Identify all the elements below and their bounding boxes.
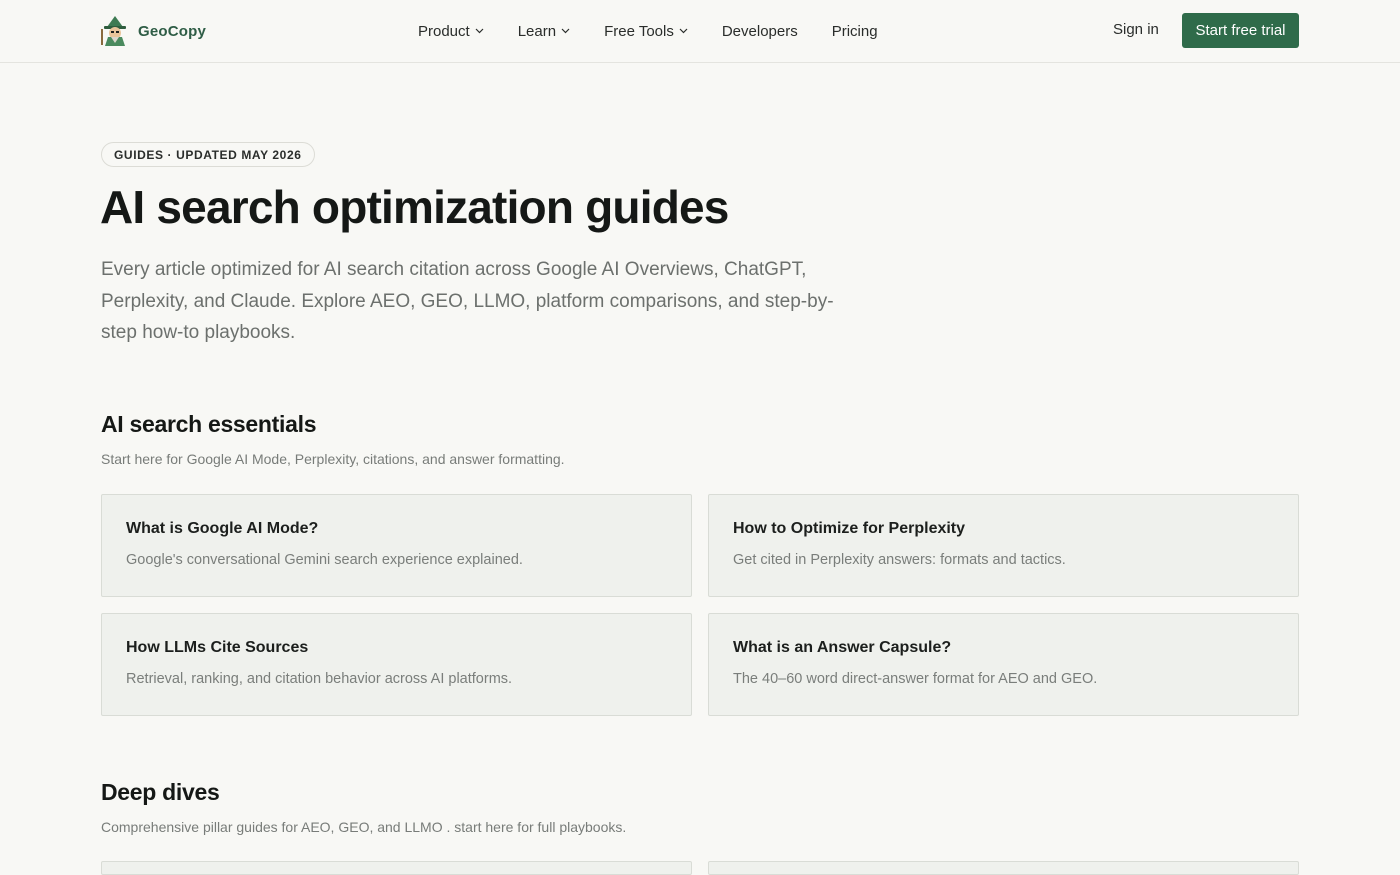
guides-updated-badge: GUIDES · UPDATED MAY 2026 — [101, 142, 315, 167]
card-title: How LLMs Cite Sources — [126, 639, 309, 656]
main-nav: Product Learn Free Tools Developers Pric… — [418, 0, 878, 62]
chevron-down-icon — [561, 28, 570, 34]
nav-product[interactable]: Product — [418, 23, 484, 40]
nav-learn-label: Learn — [517, 22, 557, 40]
nav-developers[interactable]: Developers — [722, 23, 798, 40]
guide-card-answer-capsule[interactable]: What is an Answer Capsule? The 40–60 wor… — [708, 613, 1299, 716]
card-title: What is Google AI Mode? — [126, 520, 319, 537]
brand-home-link[interactable]: GeoCopy — [100, 14, 206, 48]
section-subtitle-deep-dives: Comprehensive pillar guides for AEO, GEO… — [101, 819, 627, 835]
card-title: How to Optimize for Perplexity — [733, 520, 966, 537]
nav-learn[interactable]: Learn — [518, 23, 570, 40]
brand-name: GeoCopy — [138, 22, 207, 40]
guide-card-llms-cite-sources[interactable]: How LLMs Cite Sources Retrieval, ranking… — [101, 613, 692, 716]
page-title: AI search optimization guides — [100, 181, 729, 233]
card-description: The 40–60 word direct-answer format for … — [733, 671, 1098, 687]
nav-free-tools-label: Free Tools — [604, 22, 674, 40]
card-title: What is an Answer Capsule? — [733, 639, 952, 656]
card-description: Get cited in Perplexity answers: formats… — [733, 552, 1066, 568]
page-description: Every article optimized for AI search ci… — [101, 259, 834, 343]
section-title-deep-dives: Deep dives — [101, 779, 220, 805]
nav-developers-label: Developers — [721, 22, 798, 40]
guide-card-optimize-perplexity[interactable]: How to Optimize for Perplexity Get cited… — [708, 494, 1299, 597]
guide-card-google-ai-mode[interactable]: What is Google AI Mode? Google's convers… — [101, 494, 692, 597]
card-description: Retrieval, ranking, and citation behavio… — [126, 671, 513, 687]
wizard-mascot-icon — [101, 16, 126, 46]
nav-pricing[interactable]: Pricing — [832, 23, 878, 40]
nav-free-tools[interactable]: Free Tools — [604, 23, 688, 40]
section-title-essentials: AI search essentials — [101, 411, 317, 437]
start-free-trial-button[interactable]: Start free trial — [1182, 13, 1299, 48]
chevron-down-icon — [475, 28, 484, 34]
sign-in-link[interactable]: Sign in — [1113, 21, 1159, 38]
top-navigation-bar: GeoCopy Product Learn Free Tools Develop… — [0, 0, 1400, 63]
nav-product-label: Product — [418, 22, 470, 40]
nav-pricing-label: Pricing — [831, 22, 878, 40]
card-description: Google's conversational Gemini search ex… — [126, 552, 523, 568]
chevron-down-icon — [679, 28, 688, 34]
guide-card-deep-dive-1[interactable] — [101, 861, 692, 875]
section-subtitle-essentials: Start here for Google AI Mode, Perplexit… — [101, 451, 565, 467]
guide-card-deep-dive-2[interactable] — [708, 861, 1299, 875]
